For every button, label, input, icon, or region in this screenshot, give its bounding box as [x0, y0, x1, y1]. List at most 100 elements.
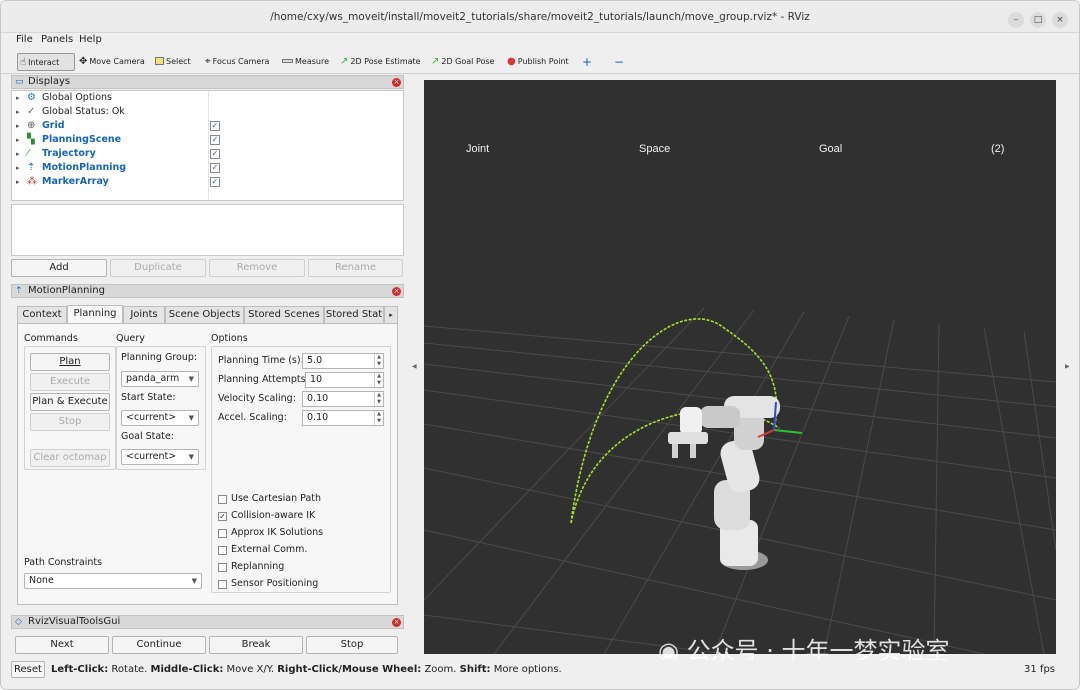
- display-item-planning-scene[interactable]: ▸ ▚ PlanningScene ✓: [12, 133, 403, 147]
- planning-attempts-spinbox[interactable]: 10 ▲ ▼: [305, 372, 384, 388]
- menu-file[interactable]: File: [16, 34, 33, 45]
- close-icon[interactable]: ×: [1052, 12, 1068, 28]
- display-enable-checkbox[interactable]: ✓: [210, 121, 220, 131]
- display-label: PlanningScene: [42, 134, 122, 145]
- checkbox-box[interactable]: [218, 546, 227, 555]
- display-item-motion-planning[interactable]: ▸ ⇡ MotionPlanning ✓: [12, 161, 403, 175]
- plan-and-execute-button[interactable]: Plan & Execute: [30, 393, 110, 411]
- expand-arrow-icon[interactable]: ▸: [16, 161, 20, 175]
- collapse-left-icon[interactable]: ◀: [412, 363, 417, 370]
- add-tool-button[interactable]: +: [580, 53, 592, 71]
- chevron-down-icon: ▼: [188, 414, 194, 422]
- expand-arrow-icon[interactable]: ▸: [16, 147, 20, 161]
- approx-ik-solutions-checkbox[interactable]: Approx IK Solutions: [218, 527, 383, 541]
- display-enable-checkbox[interactable]: ✓: [210, 163, 220, 173]
- tab-scroll-right-icon[interactable]: ▸: [384, 306, 398, 323]
- checkbox-box[interactable]: [218, 495, 227, 504]
- move-camera-tool[interactable]: ✥ Move Camera: [77, 53, 145, 71]
- break-button[interactable]: Break: [209, 636, 303, 654]
- display-item-marker-array[interactable]: ▸ ⁂ MarkerArray ✓: [12, 175, 403, 189]
- path-constraints-select[interactable]: None ▼: [24, 573, 202, 589]
- stop-button[interactable]: Stop: [30, 413, 110, 431]
- viewport-label-count: (2): [991, 143, 1005, 155]
- tab-planning[interactable]: Planning: [67, 305, 123, 323]
- display-item-trajectory[interactable]: ▸ ⁄ Trajectory ✓: [12, 147, 403, 161]
- planning-time-spinbox[interactable]: 5.0 ▲ ▼: [302, 353, 384, 369]
- external-comm-checkbox[interactable]: External Comm.: [218, 544, 383, 558]
- menu-panels[interactable]: Panels: [41, 34, 73, 45]
- start-state-label: Start State:: [121, 392, 176, 403]
- toolbar: ☝ Interact ✥ Move Camera Select ⌖ Focus Cam…: [1, 50, 1079, 74]
- checkbox-box[interactable]: ✓: [218, 512, 227, 521]
- measure-tool[interactable]: Measure: [280, 53, 329, 71]
- next-button[interactable]: Next: [15, 636, 109, 654]
- menu-help[interactable]: Help: [79, 34, 102, 45]
- spin-arrows-icon[interactable]: ▲ ▼: [374, 373, 383, 387]
- sensor-positioning-checkbox[interactable]: Sensor Positioning: [218, 578, 383, 592]
- display-enable-checkbox[interactable]: ✓: [210, 149, 220, 159]
- expand-arrow-icon[interactable]: ▸: [16, 119, 20, 133]
- render-viewport[interactable]: Joint Space Goal (2): [424, 80, 1056, 654]
- focus-camera-tool[interactable]: ⌖ Focus Camera: [203, 53, 269, 71]
- add-display-button[interactable]: Add: [11, 259, 107, 277]
- checkbox-box[interactable]: [218, 580, 227, 589]
- velocity-scaling-spinbox[interactable]: 0.10 ▲ ▼: [302, 391, 384, 407]
- motion-planning-title: MotionPlanning: [28, 285, 105, 296]
- plan-button[interactable]: Plan: [30, 353, 110, 371]
- expand-arrow-icon[interactable]: ▸: [16, 133, 20, 147]
- focus-camera-icon: ⌖: [205, 56, 211, 67]
- display-enable-checkbox[interactable]: ✓: [210, 177, 220, 187]
- duplicate-display-button[interactable]: Duplicate: [110, 259, 206, 277]
- tab-scene-objects[interactable]: Scene Objects: [165, 306, 244, 323]
- replanning-checkbox[interactable]: Replanning: [218, 561, 383, 575]
- display-label: Trajectory: [42, 148, 96, 159]
- hint-left-click-val: Rotate.: [111, 664, 148, 675]
- expand-arrow-icon[interactable]: ▸: [16, 91, 20, 105]
- publish-point-tool[interactable]: ● Publish Point: [505, 53, 569, 71]
- collision-aware-ik-checkbox[interactable]: ✓ Collision-aware IK: [218, 510, 383, 524]
- tab-joints[interactable]: Joints: [123, 306, 165, 323]
- chevron-down-icon: ▼: [188, 375, 194, 383]
- goal-state-select[interactable]: <current> ▼: [121, 449, 199, 465]
- expand-arrow-icon[interactable]: ▸: [16, 175, 20, 189]
- interact-tool[interactable]: ☝ Interact: [17, 53, 75, 71]
- spin-arrows-icon[interactable]: ▲ ▼: [374, 411, 383, 425]
- pose-estimate-tool[interactable]: ↗ 2D Pose Estimate: [338, 53, 421, 71]
- continue-button[interactable]: Continue: [112, 636, 206, 654]
- tab-stored-scenes[interactable]: Stored Scenes: [244, 306, 324, 323]
- display-item-grid[interactable]: ▸ ⊕ Grid ✓: [12, 119, 403, 133]
- displays-close-icon[interactable]: ×: [392, 78, 401, 87]
- motion-planning-close-icon[interactable]: ×: [392, 287, 401, 296]
- select-tool[interactable]: Select: [153, 53, 191, 71]
- clear-octomap-button[interactable]: Clear octomap: [30, 449, 110, 467]
- maximize-icon[interactable]: □: [1030, 12, 1046, 28]
- remove-tool-icon: −: [614, 55, 625, 69]
- start-state-select[interactable]: <current> ▼: [121, 410, 199, 426]
- display-item-global-status[interactable]: ▸ ✓ Global Status: Ok: [12, 105, 403, 119]
- execute-button[interactable]: Execute: [30, 373, 110, 391]
- rename-display-button[interactable]: Rename: [308, 259, 403, 277]
- move-camera-icon: ✥: [79, 56, 88, 67]
- display-enable-checkbox[interactable]: ✓: [210, 135, 220, 145]
- panda-robot: [668, 396, 780, 570]
- reset-button[interactable]: Reset: [11, 661, 45, 678]
- remove-display-button[interactable]: Remove: [209, 259, 305, 277]
- remove-tool-button[interactable]: −: [612, 53, 624, 71]
- tab-stored-states[interactable]: Stored Stat: [324, 306, 384, 323]
- accel-scaling-spinbox[interactable]: 0.10 ▲ ▼: [302, 410, 384, 426]
- spin-arrows-icon[interactable]: ▲ ▼: [374, 392, 383, 406]
- goal-pose-tool[interactable]: ↗ 2D Goal Pose: [429, 53, 494, 71]
- checkbox-box[interactable]: [218, 563, 227, 572]
- collapse-right-icon[interactable]: ▶: [1065, 363, 1070, 370]
- display-item-global-options[interactable]: ▸ ⚙ Global Options: [12, 91, 403, 105]
- spin-arrows-icon[interactable]: ▲ ▼: [374, 354, 383, 368]
- tab-context[interactable]: Context: [17, 306, 67, 323]
- checkbox-box[interactable]: [218, 529, 227, 538]
- expand-arrow-icon[interactable]: ▸: [16, 105, 20, 119]
- use-cartesian-path-checkbox[interactable]: Use Cartesian Path: [218, 493, 383, 507]
- visual-tools-stop-button[interactable]: Stop: [306, 636, 398, 654]
- planning-group-select[interactable]: panda_arm ▼: [121, 371, 199, 387]
- commands-group: Plan Execute Plan & Execute Stop Clear o…: [24, 346, 116, 470]
- visual-tools-close-icon[interactable]: ×: [392, 618, 401, 627]
- minimize-icon[interactable]: –: [1008, 12, 1024, 28]
